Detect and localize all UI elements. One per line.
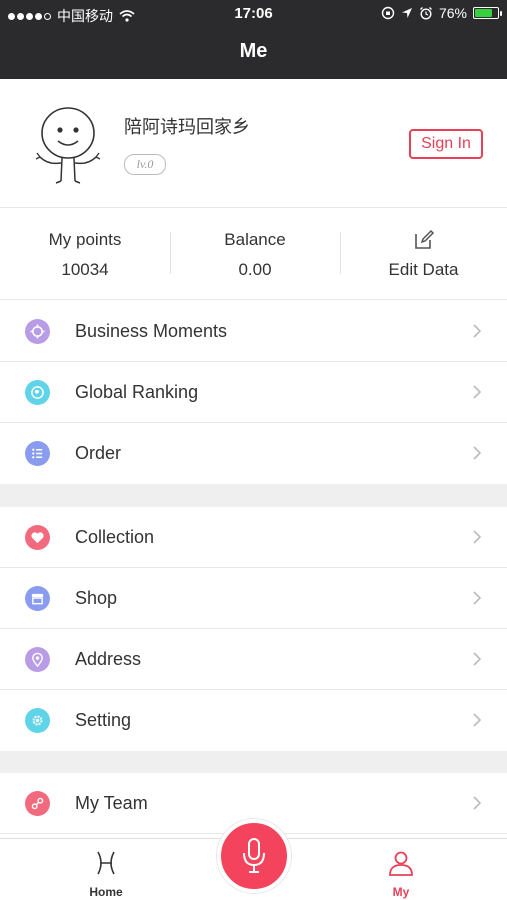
chevron-right-icon <box>473 713 482 727</box>
chevron-right-icon <box>473 652 482 666</box>
menu-group-2: Collection Shop Address Setting <box>0 507 507 751</box>
battery-icon <box>473 7 502 19</box>
balance-label: Balance <box>224 230 286 249</box>
level-badge: lv.0 <box>124 154 166 175</box>
status-bar: 中国移动 17:06 76% <box>0 0 507 28</box>
edit-icon <box>414 229 434 249</box>
tab-my[interactable]: My <box>341 839 461 900</box>
chevron-right-icon <box>473 324 482 338</box>
menu-group-1: Business Moments Global Ranking Order <box>0 301 507 484</box>
chevron-right-icon <box>473 530 482 544</box>
points-stat[interactable]: My points 10034 <box>0 208 170 300</box>
avatar[interactable] <box>28 103 108 193</box>
menu-item-label: Order <box>75 443 122 463</box>
section-gap <box>0 751 507 773</box>
edit-data-label: Edit Data <box>388 260 459 279</box>
voice-button[interactable] <box>217 819 291 893</box>
stats-bar: My points 10034 Balance 0.00 Edit Data <box>0 208 507 300</box>
chevron-right-icon <box>473 385 482 399</box>
menu-item-business-moments[interactable]: Business Moments <box>0 301 507 362</box>
menu-item-label: Business Moments <box>75 321 228 341</box>
section-gap <box>0 484 507 507</box>
tab-home[interactable]: Home <box>46 839 166 900</box>
location-arrow-icon <box>401 8 412 18</box>
location-icon <box>25 647 50 672</box>
tab-my-label: My <box>392 885 410 899</box>
user-icon <box>389 851 413 876</box>
menu-item-collection[interactable]: Collection <box>0 507 507 568</box>
menu-item-global-ranking[interactable]: Global Ranking <box>0 362 507 423</box>
balance-stat[interactable]: Balance 0.00 <box>170 208 340 300</box>
chevron-right-icon <box>473 796 482 810</box>
globe-icon <box>25 380 50 405</box>
menu-item-setting[interactable]: Setting <box>0 690 507 751</box>
menu-item-label: My Team <box>75 793 148 813</box>
points-label: My points <box>48 230 122 249</box>
chevron-right-icon <box>473 446 482 460</box>
menu-item-label: Collection <box>75 527 155 547</box>
tab-home-label: Home <box>89 885 123 899</box>
menu-item-label: Shop <box>75 588 118 608</box>
edit-data-button[interactable]: Edit Data <box>340 208 507 300</box>
username: 陪阿诗玛回家乡 <box>124 117 250 137</box>
alarm-icon <box>419 7 432 20</box>
status-right: 76% <box>381 5 502 21</box>
balance-value: 0.00 <box>238 260 272 279</box>
pisces-icon <box>97 851 115 875</box>
menu-item-label: Address <box>75 649 142 669</box>
menu-item-label: Setting <box>75 710 132 730</box>
menu-item-label: Global Ranking <box>75 382 199 402</box>
heart-icon <box>25 525 50 550</box>
orientation-lock-icon <box>381 6 395 20</box>
page-title: Me <box>239 40 268 62</box>
profile-section: 陪阿诗玛回家乡 lv.0 Sign In <box>0 79 507 208</box>
top-bar: 中国移动 17:06 76% Me <box>0 0 507 79</box>
menu-item-order[interactable]: Order <box>0 423 507 484</box>
microphone-icon <box>243 838 265 873</box>
chevron-right-icon <box>473 591 482 605</box>
link-icon <box>25 791 50 816</box>
menu-item-shop[interactable]: Shop <box>0 568 507 629</box>
list-icon <box>25 441 50 466</box>
sign-in-button[interactable]: Sign In <box>409 129 483 159</box>
shop-icon <box>25 586 50 611</box>
points-value: 10034 <box>61 260 109 279</box>
battery-percent: 76% <box>438 5 467 21</box>
gear-icon <box>25 708 50 733</box>
crosshair-icon <box>25 319 50 344</box>
menu-item-address[interactable]: Address <box>0 629 507 690</box>
